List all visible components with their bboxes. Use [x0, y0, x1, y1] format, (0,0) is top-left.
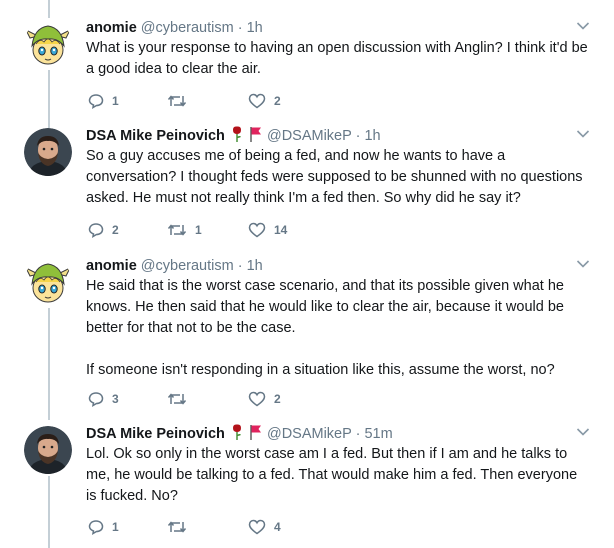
like-button[interactable]: 14: [248, 221, 287, 239]
tweet-header: DSA Mike Peinovich @DSAMikeP · 51m: [86, 424, 393, 444]
tweet-actions: 1 4: [88, 518, 348, 536]
reply-icon: [88, 520, 104, 535]
separator: ·: [237, 20, 243, 36]
retweet-button[interactable]: 1: [167, 221, 202, 239]
display-name[interactable]: DSA Mike Peinovich: [86, 128, 225, 144]
retweet-icon: [167, 521, 187, 533]
reply-button[interactable]: 3: [88, 390, 119, 408]
retweet-icon: [167, 224, 187, 236]
tweet-actions: 3 2: [88, 390, 348, 408]
tweet-text: He said that is the worst case scenario,…: [86, 278, 564, 378]
retweet-button[interactable]: [167, 390, 195, 408]
rose-emoji-icon: [232, 126, 241, 142]
tweet-text: What is your response to having an open …: [86, 40, 588, 77]
heart-icon: [248, 222, 266, 238]
avatar[interactable]: [24, 20, 72, 68]
handle[interactable]: @DSAMikeP: [267, 426, 352, 442]
chevron-down-icon[interactable]: [576, 427, 590, 437]
display-name[interactable]: anomie: [86, 20, 137, 36]
reply-icon: [88, 223, 104, 238]
chevron-down-icon[interactable]: [576, 129, 590, 139]
like-button[interactable]: 2: [248, 92, 281, 110]
tweet-actions: 2 1 14: [88, 221, 348, 239]
reply-icon: [88, 94, 104, 109]
reply-button[interactable]: 2: [88, 221, 119, 239]
retweet-button[interactable]: [167, 518, 195, 536]
tweet[interactable]: DSA Mike Peinovich @DSAMikeP · 1h So a g…: [0, 126, 614, 248]
handle[interactable]: @cyberautism: [141, 20, 234, 36]
heart-icon: [248, 93, 266, 109]
tweet-actions: 1 2: [88, 92, 348, 110]
thread-line: [48, 70, 50, 128]
chevron-down-icon[interactable]: [576, 259, 590, 269]
avatar[interactable]: [24, 128, 72, 176]
chevron-down-icon[interactable]: [576, 21, 590, 31]
tweet-text: Lol. Ok so only in the worst case am I a…: [86, 446, 578, 504]
reply-icon: [88, 392, 104, 407]
handle[interactable]: @DSAMikeP: [267, 128, 352, 144]
retweet-count: 1: [195, 223, 202, 237]
red-flag-emoji-icon: [250, 127, 261, 142]
reply-count: 2: [112, 223, 119, 237]
rose-emoji-icon: [232, 424, 241, 440]
handle[interactable]: @cyberautism: [141, 258, 234, 274]
like-button[interactable]: 2: [248, 390, 281, 408]
display-name[interactable]: DSA Mike Peinovich: [86, 426, 225, 442]
timestamp[interactable]: 1h: [247, 20, 263, 36]
reply-count: 1: [112, 520, 119, 534]
separator: ·: [355, 426, 361, 442]
tweet[interactable]: anomie @cyberautism · 1h What is your re…: [0, 0, 614, 128]
reply-count: 1: [112, 94, 119, 108]
tweet-text: So a guy accuses me of being a fed, and …: [86, 148, 583, 206]
tweet-header: anomie @cyberautism · 1h: [86, 256, 263, 276]
retweet-button[interactable]: [167, 92, 195, 110]
tweet[interactable]: anomie @cyberautism · 1h He said that is…: [0, 256, 614, 420]
reply-button[interactable]: 1: [88, 92, 119, 110]
tweet-header: anomie @cyberautism · 1h: [86, 18, 263, 38]
timestamp[interactable]: 1h: [247, 258, 263, 274]
like-count: 4: [274, 520, 281, 534]
reply-button[interactable]: 1: [88, 518, 119, 536]
separator: ·: [355, 128, 361, 144]
timestamp[interactable]: 1h: [364, 128, 380, 144]
avatar[interactable]: [24, 258, 72, 306]
thread-line: [48, 308, 50, 420]
like-count: 2: [274, 392, 281, 406]
like-count: 2: [274, 94, 281, 108]
red-flag-emoji-icon: [250, 425, 261, 440]
tweet[interactable]: DSA Mike Peinovich @DSAMikeP · 51m Lol. …: [0, 424, 614, 548]
thread-line: [48, 0, 50, 18]
retweet-icon: [167, 95, 187, 107]
timestamp[interactable]: 51m: [364, 426, 392, 442]
avatar[interactable]: [24, 426, 72, 474]
heart-icon: [248, 519, 266, 535]
reply-count: 3: [112, 392, 119, 406]
heart-icon: [248, 391, 266, 407]
separator: ·: [237, 258, 243, 274]
like-button[interactable]: 4: [248, 518, 281, 536]
like-count: 14: [274, 223, 288, 237]
display-name[interactable]: anomie: [86, 258, 137, 274]
tweet-header: DSA Mike Peinovich @DSAMikeP · 1h: [86, 126, 381, 146]
retweet-icon: [167, 393, 187, 405]
thread-line: [48, 476, 50, 548]
